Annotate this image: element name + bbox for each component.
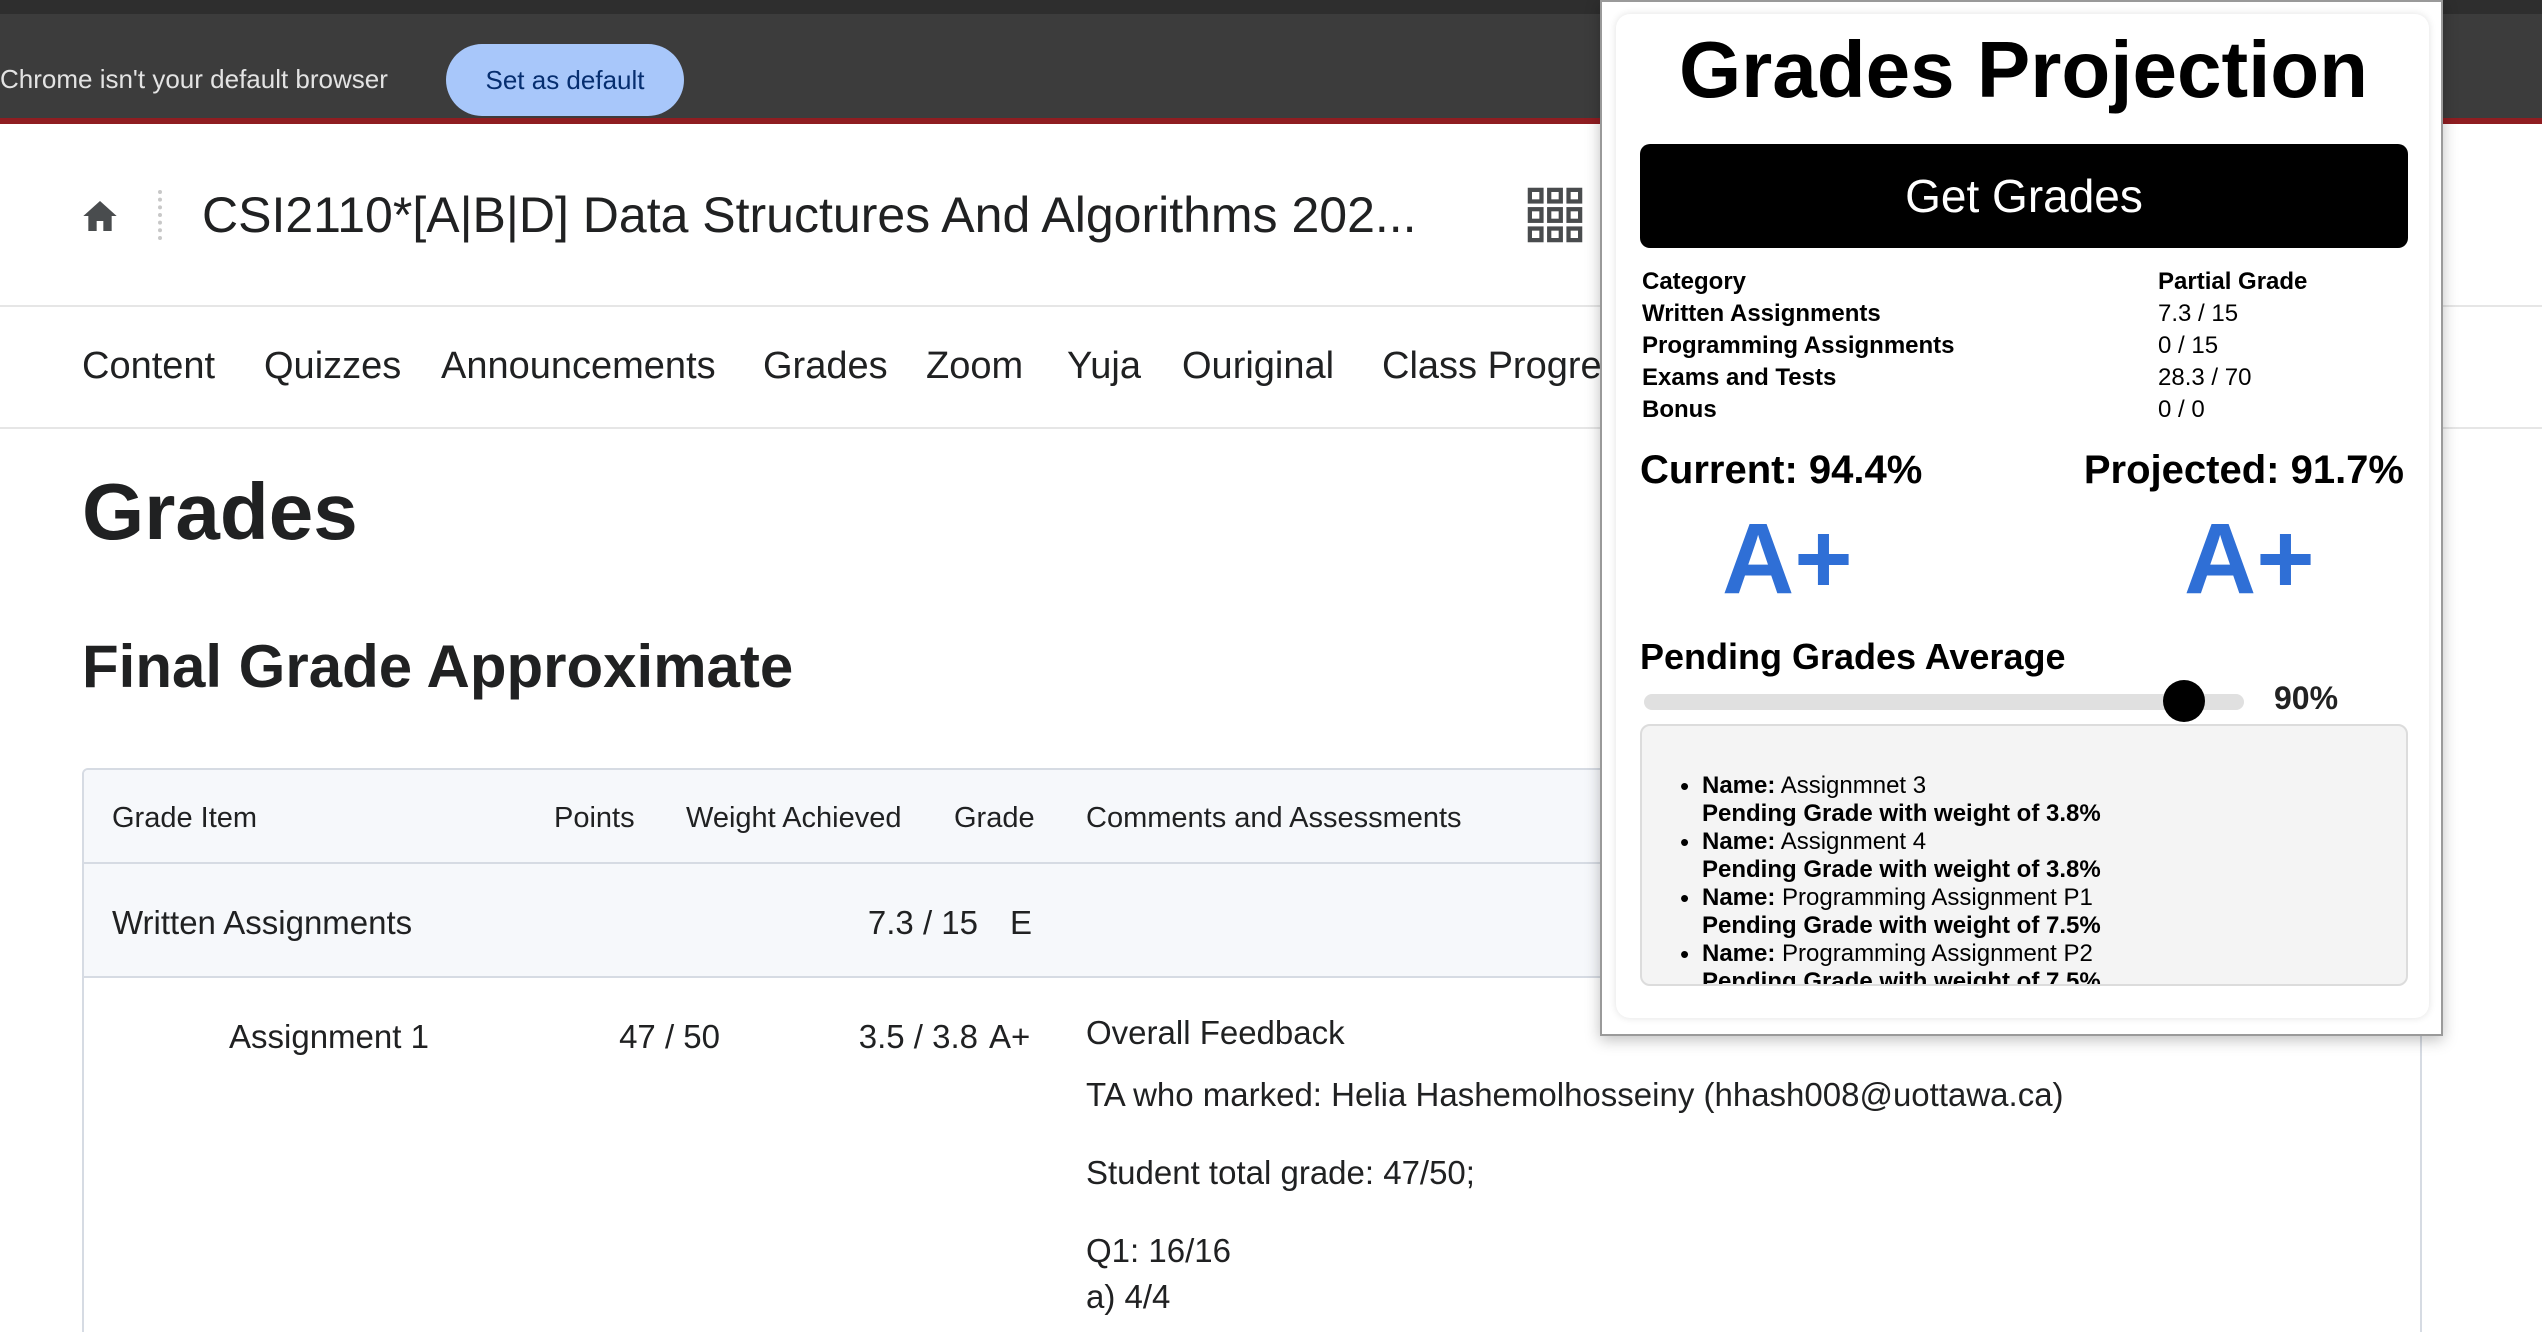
pending-weight: Pending Grade with weight of 3.8% bbox=[1702, 800, 2101, 827]
list-item: Name: Assignment 4 Pending Grade with we… bbox=[1680, 828, 2382, 884]
header-points: Points bbox=[554, 802, 635, 834]
category-bonus: Bonus bbox=[1642, 396, 1717, 423]
nav-item-yuja[interactable]: Yuja bbox=[1067, 345, 1141, 388]
category-exams: Exams and Tests bbox=[1642, 364, 1837, 391]
nav-item-content[interactable]: Content bbox=[82, 345, 215, 388]
pending-weight: Pending Grade with weight of 7.5% bbox=[1702, 912, 2101, 939]
item-weight: 3.5 / 3.8 bbox=[858, 1018, 978, 1055]
section-title: Final Grade Approximate bbox=[82, 633, 794, 700]
feedback-line: a) 4/4 bbox=[1086, 1278, 1171, 1315]
category-programming: Programming Assignments bbox=[1642, 332, 1955, 359]
item-points: 47 / 50 bbox=[619, 1018, 720, 1055]
course-title[interactable]: CSI2110*[A|B|D] Data Structures And Algo… bbox=[202, 186, 1417, 244]
partial-bonus: 0 / 0 bbox=[2158, 396, 2205, 423]
category-weight: 7.3 / 15 bbox=[867, 904, 978, 941]
pending-average-slider-thumb[interactable] bbox=[2163, 680, 2205, 722]
category-name: Written Assignments bbox=[112, 904, 413, 941]
nav-item-quizzes[interactable]: Quizzes bbox=[264, 345, 401, 388]
partial-programming: 0 / 15 bbox=[2158, 332, 2219, 359]
nav-item-zoom[interactable]: Zoom bbox=[926, 345, 1023, 388]
pending-name: Programming Assignment P2 bbox=[1782, 940, 2093, 967]
item-name: Assignment 1 bbox=[229, 1018, 429, 1055]
pending-name-label: Name: bbox=[1702, 884, 1776, 911]
feedback-line: Student total grade: 47/50; bbox=[1086, 1154, 1475, 1191]
nav-item-ouriginal[interactable]: Ouriginal bbox=[1182, 345, 1334, 388]
grid-icon[interactable] bbox=[1526, 186, 1584, 244]
item-grade: A+ bbox=[989, 1018, 1031, 1055]
nav-item-announcements[interactable]: Announcements bbox=[441, 345, 716, 388]
pending-name-label: Name: bbox=[1702, 828, 1776, 855]
pending-name-label: Name: bbox=[1702, 772, 1776, 799]
current-letter-grade: A+ bbox=[1722, 503, 1853, 615]
pending-grades-list: Name: Assignmnet 3 Pending Grade with we… bbox=[1680, 772, 2382, 986]
partial-exams: 28.3 / 70 bbox=[2158, 364, 2252, 391]
header-weight-achieved: Weight Achieved bbox=[686, 802, 902, 834]
projected-letter-grade: A+ bbox=[2184, 503, 2315, 615]
infobar-message: Chrome isn't your default browser bbox=[0, 64, 388, 94]
set-as-default-button[interactable]: Set as default bbox=[446, 44, 684, 116]
list-item: Name: Programming Assignment P1 Pending … bbox=[1680, 884, 2382, 940]
pending-name: Programming Assignment P1 bbox=[1782, 884, 2093, 911]
category-written: Written Assignments bbox=[1642, 300, 1881, 327]
home-icon[interactable] bbox=[80, 196, 120, 236]
nav-item-class-progress[interactable]: Class Progres bbox=[1382, 345, 1621, 388]
feedback-line: Q1: 16/16 bbox=[1086, 1232, 1231, 1269]
pending-average-slider-track[interactable] bbox=[1644, 694, 2244, 710]
pending-average-value: 90% bbox=[2274, 680, 2339, 716]
popup-title: Grades Projection bbox=[1678, 25, 2369, 114]
partial-grade-column-header: Partial Grade bbox=[2158, 268, 2308, 295]
feedback-line: TA who marked: Helia Hashemolhosseiny (h… bbox=[1086, 1076, 2064, 1113]
pending-name-label: Name: bbox=[1702, 940, 1776, 967]
projected-percentage: Projected: 91.7% bbox=[2083, 448, 2404, 492]
partial-written: 7.3 / 15 bbox=[2158, 300, 2239, 327]
pending-grades-title: Pending Grades Average bbox=[1640, 636, 2066, 677]
category-grade: E bbox=[1010, 904, 1033, 941]
page-title: Grades bbox=[82, 467, 358, 556]
pending-weight: Pending Grade with weight of 3.8% bbox=[1702, 856, 2101, 883]
pending-weight: Pending Grade with weight of 7.5% bbox=[1702, 968, 2101, 986]
get-grades-button[interactable]: Get Grades bbox=[1640, 144, 2408, 248]
header-comments: Comments and Assessments bbox=[1086, 802, 1462, 834]
current-percentage: Current: 94.4% bbox=[1640, 448, 1923, 492]
feedback-title: Overall Feedback bbox=[1086, 1014, 1345, 1051]
grades-projection-popup: Grades Projection Get Grades Category Pa… bbox=[1600, 0, 2443, 1036]
header-grade: Grade bbox=[954, 802, 1035, 834]
header-separator bbox=[158, 190, 162, 240]
pending-grades-list-box[interactable]: Name: Assignmnet 3 Pending Grade with we… bbox=[1640, 724, 2408, 986]
header-grade-item: Grade Item bbox=[112, 802, 258, 834]
category-column-header: Category bbox=[1642, 268, 1747, 295]
list-item: Name: Assignmnet 3 Pending Grade with we… bbox=[1680, 772, 2382, 828]
list-item: Name: Programming Assignment P2 Pending … bbox=[1680, 940, 2382, 986]
pending-name: Assignmnet 3 bbox=[1780, 772, 1927, 799]
nav-item-grades[interactable]: Grades bbox=[763, 345, 888, 388]
pending-name: Assignment 4 bbox=[1780, 828, 1927, 855]
